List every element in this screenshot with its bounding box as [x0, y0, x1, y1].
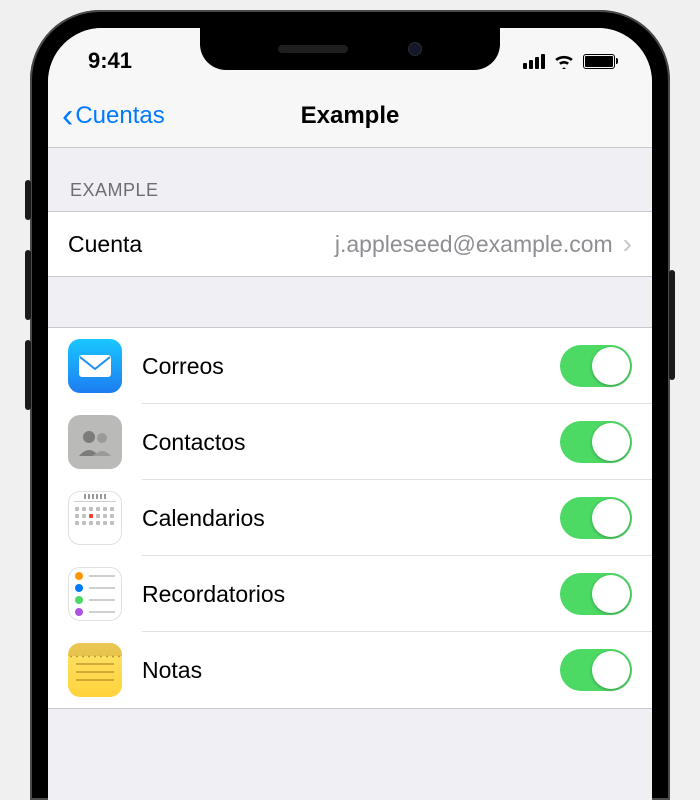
toggle-calendar[interactable] [560, 497, 632, 539]
side-power-button [669, 270, 675, 380]
toggle-contacts[interactable] [560, 421, 632, 463]
section-gap [48, 277, 652, 327]
service-row-calendar: Calendarios [48, 480, 652, 556]
wifi-icon [553, 53, 575, 69]
volume-up-button [25, 250, 31, 320]
back-button[interactable]: ‹ Cuentas [62, 99, 165, 133]
speaker [278, 45, 348, 53]
back-button-label: Cuentas [75, 102, 164, 130]
service-label-mail: Correos [142, 353, 540, 380]
service-label-contacts: Contactos [142, 429, 540, 456]
front-camera [408, 42, 422, 56]
toggle-reminders[interactable] [560, 573, 632, 615]
contacts-app-icon [68, 415, 122, 469]
service-label-calendar: Calendarios [142, 505, 540, 532]
services-section: Correos Contactos [48, 327, 652, 709]
toggle-notes[interactable] [560, 649, 632, 691]
toggle-mail[interactable] [560, 345, 632, 387]
mail-app-icon [68, 339, 122, 393]
service-row-notes: Notas [48, 632, 652, 708]
account-row[interactable]: Cuenta j.appleseed@example.com › [48, 212, 652, 276]
navigation-bar: ‹ Cuentas Example [48, 84, 652, 148]
account-label: Cuenta [68, 231, 142, 258]
service-row-contacts: Contactos [48, 404, 652, 480]
account-section: Cuenta j.appleseed@example.com › [48, 211, 652, 277]
chevron-right-icon: › [623, 228, 632, 260]
calendar-app-icon [68, 491, 122, 545]
status-icons [523, 43, 618, 69]
device-mockup: 9:41 ‹ Cuentas E [0, 0, 700, 800]
cellular-signal-icon [523, 54, 545, 69]
service-row-mail: Correos [48, 328, 652, 404]
battery-icon [583, 54, 618, 69]
reminders-app-icon [68, 567, 122, 621]
phone-frame: 9:41 ‹ Cuentas E [30, 10, 670, 800]
volume-down-button [25, 340, 31, 410]
service-row-reminders: Recordatorios [48, 556, 652, 632]
mute-switch [25, 180, 31, 220]
chevron-left-icon: ‹ [62, 99, 73, 133]
page-title: Example [301, 102, 400, 130]
account-email-value: j.appleseed@example.com [335, 231, 613, 258]
service-label-reminders: Recordatorios [142, 581, 540, 608]
screen: 9:41 ‹ Cuentas E [48, 28, 652, 800]
section-header-example: EXAMPLE [48, 148, 652, 211]
service-label-notes: Notas [142, 657, 540, 684]
status-time: 9:41 [88, 38, 132, 74]
notes-app-icon [68, 643, 122, 697]
notch [200, 28, 500, 70]
